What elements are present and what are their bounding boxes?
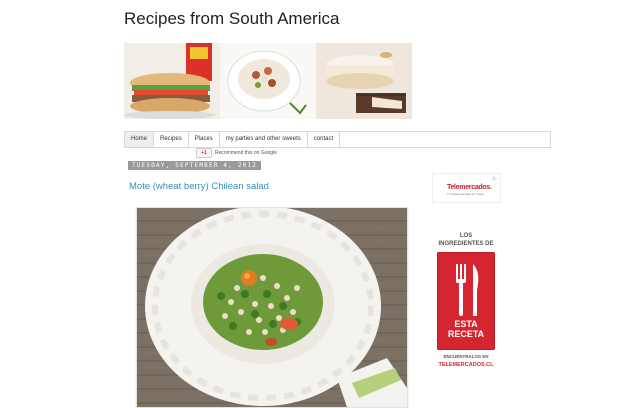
post-title-link[interactable]: Mote (wheat berry) Chilean salad: [129, 181, 269, 192]
tab-parties[interactable]: my parties and other sweets: [220, 132, 308, 147]
ad-line-receta: RECETA: [447, 329, 485, 339]
tab-places[interactable]: Places: [189, 132, 220, 147]
ad-url-link[interactable]: TELEMERCADOS.CL: [432, 362, 500, 368]
ad-line-los: LOS: [459, 233, 473, 239]
google-plus-one-text: Recommend this on Google: [215, 150, 277, 156]
ad-line-esta: ESTA: [454, 319, 478, 329]
ad-choices-icon[interactable]: ▷: [493, 176, 497, 182]
tab-contact[interactable]: contact: [308, 132, 341, 147]
page-tabs: Home Recipes Places my parties and other…: [124, 131, 551, 148]
ad-line-ingredientes: INGREDIENTES DE: [438, 241, 494, 247]
google-plus-one-button[interactable]: +1: [196, 148, 212, 158]
blog-title[interactable]: Recipes from South America: [124, 9, 339, 29]
salad-bowl-photo: [220, 43, 316, 119]
tab-home[interactable]: Home: [125, 132, 155, 147]
telemercados-small-ad[interactable]: ▷ Telemercados. Tu Supermercado en Línea: [432, 173, 501, 203]
telemercados-logo: Telemercados.: [447, 184, 492, 191]
sandwich-photo: [124, 43, 220, 119]
telemercados-recipe-ad[interactable]: LOS INGREDIENTES DE ESTA RECETA ENCUÉNTR…: [432, 228, 500, 374]
ad-line-encuentralos: ENCUÉNTRALOS EN: [443, 354, 489, 359]
telemercados-tagline: Tu Supermercado en Línea: [447, 192, 484, 196]
tab-recipes[interactable]: Recipes: [154, 132, 189, 147]
cake-photo: [316, 43, 412, 119]
google-plus-one-widget: +1 Recommend this on Google: [196, 148, 277, 158]
header-banner-image[interactable]: [124, 43, 412, 119]
post-date: Tuesday, September 4, 2012: [128, 161, 262, 170]
post-photo-mote-salad[interactable]: [136, 207, 408, 408]
